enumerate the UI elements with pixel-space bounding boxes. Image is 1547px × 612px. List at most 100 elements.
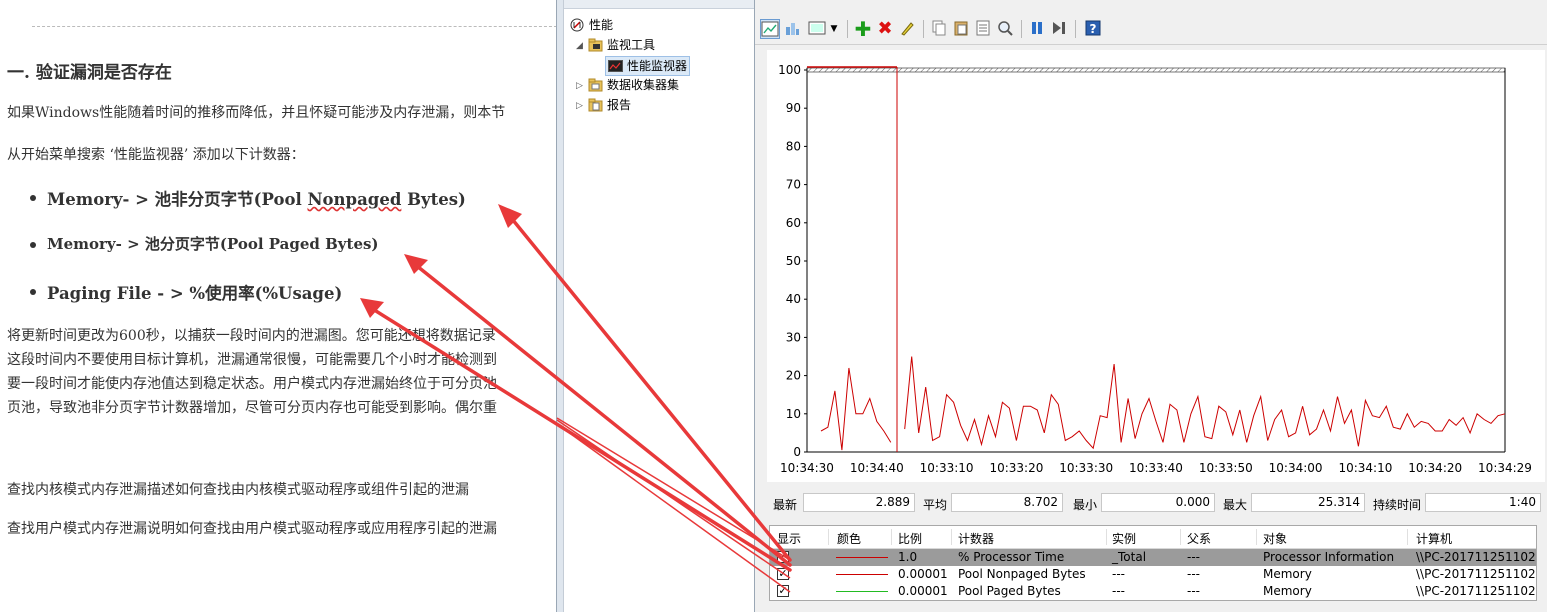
tree-node-data-collector-sets[interactable]: 数据收集器集 <box>588 76 679 94</box>
performance-icon <box>570 18 585 32</box>
zoom-icon[interactable] <box>995 19 1015 39</box>
view-histogram-icon[interactable] <box>782 19 802 39</box>
counter-bullet-1: Memory- > 池非分页字节(Pool Nonpaged Bytes) <box>47 186 466 210</box>
x-tick-label: 10:34:40 <box>850 461 904 475</box>
show-checkbox[interactable]: ✓ <box>777 585 789 597</box>
update-data-icon[interactable] <box>1049 19 1069 39</box>
column-header[interactable]: 对象 <box>1263 530 1287 547</box>
maximum-label: 最大 <box>1223 498 1248 512</box>
console-tree: 性能 ◢ 监视工具 性能监视器 ▷ 数据收集器集 ▷ 报告 <box>564 0 754 612</box>
tree-node-label: 性能 <box>589 18 614 32</box>
toolbar-separator <box>1075 20 1076 38</box>
delete-counter-icon[interactable]: ✖ <box>875 19 895 39</box>
column-divider[interactable] <box>1180 529 1181 545</box>
y-tick-label: 60 <box>786 216 801 230</box>
instance-cell: --- <box>1112 567 1125 581</box>
parent-cell: --- <box>1187 567 1200 581</box>
counter-bullet-2: Memory- > 池分页字节(Pool Paged Bytes) <box>47 233 379 254</box>
column-divider[interactable] <box>1256 529 1257 545</box>
help-icon[interactable]: ? <box>1083 19 1103 39</box>
x-tick-label: 10:33:30 <box>1059 461 1113 475</box>
properties-icon[interactable] <box>973 19 993 39</box>
article-paragraph-3-line-4: 页池，导致池非分页字节计数器增加，尽管可分页内存也可能受到影响。偶尔重 <box>7 400 497 416</box>
series-lines <box>820 356 1506 451</box>
folder-icon <box>588 78 603 92</box>
toolbar-separator <box>1021 20 1022 38</box>
y-tick-label: 80 <box>786 139 801 153</box>
minimum-label: 最小 <box>1073 498 1098 512</box>
folder-tools-icon <box>588 38 603 52</box>
counter-legend-table: 显示 颜色 比例 计数器 实例 父系 对象 计算机 ✓ 1.0 % Proces… <box>769 525 1537 601</box>
tree-node-label: 报告 <box>607 98 632 112</box>
scale-cell: 0.00001 <box>898 584 948 598</box>
x-tick-label: 10:34:20 <box>1408 461 1462 475</box>
y-tick-label: 30 <box>786 330 801 344</box>
paste-counter-list-icon[interactable] <box>951 19 971 39</box>
bullet-1-text: Memory- > 池非分页字节(Pool <box>47 190 308 209</box>
table-row[interactable]: ✓ 1.0 % Processor Time _Total --- Proces… <box>770 549 1536 566</box>
maximum-value: 25.314 <box>1251 493 1365 512</box>
column-divider[interactable] <box>1407 529 1408 545</box>
pane-splitter[interactable] <box>556 0 564 612</box>
column-header[interactable]: 父系 <box>1187 530 1211 547</box>
computer-cell: \\PC-201711251102 <box>1416 584 1536 598</box>
expand-icon[interactable]: ▷ <box>576 82 584 91</box>
column-header[interactable]: 计算机 <box>1416 530 1452 547</box>
highlight-icon[interactable] <box>897 19 917 39</box>
article-paragraph-3-line-2: 这段时间内不要使用目标计算机，泄漏通常很慢，可能需要几个小时才能检测到 <box>7 352 497 368</box>
article-content: 一. 验证漏洞是否存在 如果Windows性能随着时间的推移而降低，并且怀疑可能… <box>0 0 556 612</box>
column-divider[interactable] <box>951 529 952 545</box>
bullet-dot <box>30 242 36 248</box>
duration-value: 1:40 <box>1425 493 1541 512</box>
performance-monitor-icon <box>608 59 623 73</box>
freeze-display-icon[interactable] <box>1027 19 1047 39</box>
tree-node-reports[interactable]: 报告 <box>588 96 631 114</box>
column-header[interactable]: 颜色 <box>837 530 861 547</box>
y-tick-label: 50 <box>786 254 801 268</box>
y-tick-label: 20 <box>786 369 801 383</box>
y-tick-label: 0 <box>793 445 801 459</box>
x-tick-label: 10:33:40 <box>1129 461 1183 475</box>
copy-properties-icon[interactable] <box>929 19 949 39</box>
duration-label: 持续时间 <box>1373 498 1422 512</box>
y-tick-labels: 0 10 20 30 40 50 60 70 80 90 100 <box>778 63 807 459</box>
column-divider[interactable] <box>1106 529 1107 545</box>
performance-monitor-pane: ▼ ✚ ✖ ? 0 10 20 30 40 50 60 70 80 90 100… <box>754 0 1547 612</box>
tree-node-label: 数据收集器集 <box>607 78 680 92</box>
collapse-icon[interactable]: ◢ <box>576 42 584 51</box>
dropdown-icon[interactable]: ▼ <box>827 19 841 39</box>
column-header[interactable]: 实例 <box>1112 530 1136 547</box>
column-header[interactable]: 显示 <box>777 530 801 547</box>
x-tick-label: 10:34:30 <box>780 461 834 475</box>
tree-node-performance[interactable]: 性能 <box>570 16 613 34</box>
show-checkbox[interactable]: ✓ <box>777 568 789 580</box>
kernel-leak-link-text[interactable]: 查找内核模式内存泄漏描述如何查找由内核模式驱动程序或组件引起的泄漏 <box>7 479 469 499</box>
column-header[interactable]: 计数器 <box>958 530 994 547</box>
column-divider[interactable] <box>828 529 829 545</box>
user-leak-link-text[interactable]: 查找用户模式内存泄漏说明如何查找由用户模式驱动程序或应用程序引起的泄漏 <box>7 518 497 538</box>
expand-icon[interactable]: ▷ <box>576 102 584 111</box>
y-tick-label: 10 <box>786 407 801 421</box>
x-tick-label: 10:34:10 <box>1338 461 1392 475</box>
performance-graph[interactable]: 0102030405060708090100 10:34:30 10:34:40 1… <box>767 50 1545 482</box>
table-row[interactable]: ✓ 0.00001 Pool Nonpaged Bytes --- --- Me… <box>770 566 1536 583</box>
article-paragraph-3-line-3: 要一段时间才能使内存池值达到稳定状态。用户模式内存泄漏始终位于可分页池 <box>7 376 497 392</box>
tree-node-performance-monitor[interactable]: 性能监视器 <box>605 56 691 76</box>
toolbar-separator <box>847 20 848 38</box>
computer-cell: \\PC-201711251102 <box>1416 567 1536 581</box>
x-tick-labels: 10:34:30 10:34:40 10:33:10 10:33:20 10:33:30… <box>780 461 1532 475</box>
change-graph-type-icon[interactable] <box>807 19 827 39</box>
article-paragraph-2: 从开始菜单搜索 ‘性能监视器’ 添加以下计数器： <box>7 147 305 163</box>
column-divider[interactable] <box>891 529 892 545</box>
y-tick-label: 70 <box>786 178 801 192</box>
column-header[interactable]: 比例 <box>898 530 922 547</box>
tree-node-monitoring-tools[interactable]: 监视工具 <box>588 36 655 54</box>
series-line-segment <box>820 367 892 451</box>
show-checkbox[interactable]: ✓ <box>777 551 789 563</box>
counter-cell: Pool Paged Bytes <box>958 584 1061 598</box>
section-divider <box>32 26 556 27</box>
y-tick-label: 90 <box>786 101 801 115</box>
view-graph-icon[interactable] <box>760 19 780 39</box>
table-row[interactable]: ✓ 0.00001 Pool Paged Bytes --- --- Memor… <box>770 583 1536 600</box>
add-counter-icon[interactable]: ✚ <box>853 19 873 39</box>
